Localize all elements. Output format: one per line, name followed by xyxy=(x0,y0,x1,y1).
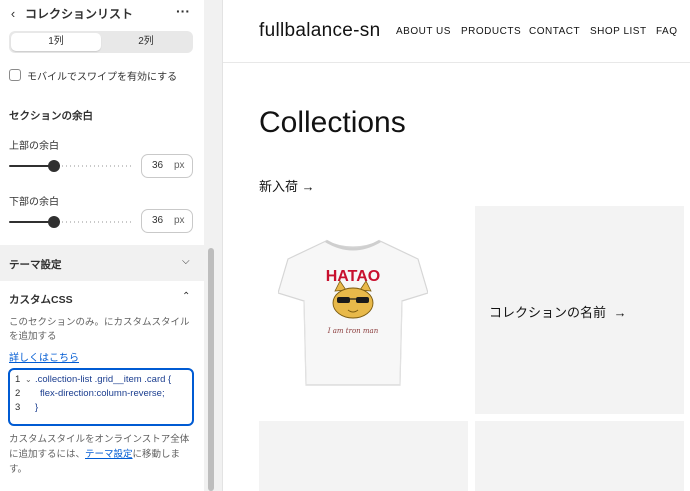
code-text: .collection-list .grid__item .card { xyxy=(35,374,172,385)
custom-css-help-line1: このセクションのみ。にカスタムスタイル xyxy=(9,317,190,328)
new-arrivals-label: 新入荷 xyxy=(259,179,299,194)
bottom-padding-input[interactable]: 36 px xyxy=(141,209,193,233)
arrow-right-icon: → xyxy=(301,179,315,194)
slider-track xyxy=(54,221,131,223)
swipe-checkbox[interactable] xyxy=(9,69,21,81)
footer-line2-post: に移動しま xyxy=(132,449,181,460)
top-padding-input[interactable]: 36 px xyxy=(141,154,193,178)
scrollbar-thumb[interactable] xyxy=(208,248,214,491)
panel-title: コレクションリスト xyxy=(25,7,134,21)
collection-name-text: コレクションの名前 xyxy=(489,305,607,320)
panel-header: ‹ コレクションリスト ··· xyxy=(0,0,204,28)
more-options-icon[interactable]: ··· xyxy=(174,4,192,22)
code-text: } xyxy=(35,402,39,413)
collection-name-label: コレクションの名前 → xyxy=(489,302,627,321)
footer-line1: カスタムスタイルをオンラインストア全体 xyxy=(9,434,190,445)
nav-faq[interactable]: FAQ xyxy=(656,26,678,37)
panel-scrollbar[interactable] xyxy=(206,0,216,491)
collection-card-name[interactable]: コレクションの名前 → xyxy=(475,206,684,414)
fold-chevron-icon[interactable]: ⌄ xyxy=(25,373,32,387)
app-root: ‹ コレクションリスト ··· 1列 2列 モバイルでスワイプを有効にする セク… xyxy=(0,0,690,491)
top-padding-value: 36 xyxy=(152,160,164,171)
page-title: Collections xyxy=(259,106,406,139)
bottom-padding-value: 36 xyxy=(152,215,164,226)
line-number: 1 xyxy=(15,374,21,385)
nav-products[interactable]: PRODUCTS xyxy=(461,26,521,37)
spacing-section-title: セクションの余白 xyxy=(9,110,93,122)
new-arrivals-link[interactable]: 新入荷 → xyxy=(259,176,315,195)
top-padding-label: 上部の余白 xyxy=(9,141,59,152)
column-option-1[interactable]: 1列 xyxy=(11,33,101,51)
footer-line3: す。 xyxy=(9,464,28,475)
editor-panel: ‹ コレクションリスト ··· 1列 2列 モバイルでスワイプを有効にする セク… xyxy=(0,0,204,491)
collection-card-placeholder[interactable] xyxy=(259,421,468,491)
line-number: 3 xyxy=(15,402,21,413)
custom-css-footer: カスタムスタイルをオンラインストア全体 に追加するには、テーマ設定に移動しま す… xyxy=(9,432,199,477)
nav-about-us[interactable]: ABOUT US xyxy=(396,26,451,37)
bottom-padding-slider[interactable] xyxy=(9,216,131,228)
chevron-down-icon: ⌵ xyxy=(182,256,190,267)
theme-settings-accordion[interactable]: テーマ設定 ⌵ xyxy=(0,245,204,281)
shirt-brand-text: HATAO xyxy=(326,268,381,285)
css-code-editor[interactable]: 1 ⌄ .collection-list .grid__item .card {… xyxy=(8,368,194,426)
store-header: fullbalance-sn ABOUT US PRODUCTS CONTACT… xyxy=(223,0,690,63)
store-logo-text[interactable]: fullbalance-sn xyxy=(259,20,380,42)
nav-contact[interactable]: CONTACT xyxy=(529,26,580,37)
bottom-padding-label: 下部の余白 xyxy=(9,197,59,208)
shirt-tagline-text: I am tron man xyxy=(327,327,379,335)
custom-css-title: カスタムCSS xyxy=(9,294,73,306)
slider-track xyxy=(54,165,131,167)
top-padding-slider[interactable] xyxy=(9,160,131,172)
swipe-checkbox-row: モバイルでスワイプを有効にする xyxy=(9,68,178,83)
theme-settings-link[interactable]: テーマ設定 xyxy=(85,449,133,460)
footer-line2-pre: に追加するには、 xyxy=(9,449,86,460)
learn-more-link[interactable]: 詳しくはこちら xyxy=(9,349,79,364)
chevron-up-icon: ⌃ xyxy=(182,291,191,302)
tshirt-product-image: HATAO I am tron man xyxy=(278,239,428,386)
collection-card-placeholder[interactable] xyxy=(475,421,684,491)
theme-settings-label: テーマ設定 xyxy=(9,259,62,271)
back-chevron-icon[interactable]: ‹ xyxy=(6,6,20,22)
bottom-padding-unit: px xyxy=(174,215,185,226)
custom-css-help-line2: を追加する xyxy=(9,331,57,342)
store-preview: fullbalance-sn ABOUT US PRODUCTS CONTACT… xyxy=(222,0,690,491)
code-text: flex-direction:column-reverse; xyxy=(40,388,165,399)
slider-thumb[interactable] xyxy=(48,160,60,172)
arrow-right-icon: → xyxy=(613,305,627,320)
custom-css-accordion[interactable]: カスタムCSS ⌃ xyxy=(0,286,204,310)
footer-line2: に追加するには、テーマ設定に移動しま xyxy=(9,447,199,462)
columns-segmented-control: 1列 2列 xyxy=(9,31,193,53)
swipe-checkbox-label: モバイルでスワイプを有効にする xyxy=(27,71,178,83)
collection-card-image[interactable]: HATAO I am tron man xyxy=(259,206,468,414)
top-padding-unit: px xyxy=(174,160,185,171)
column-option-2[interactable]: 2列 xyxy=(101,33,191,51)
nav-shop-list[interactable]: SHOP LIST xyxy=(590,26,647,37)
line-number: 2 xyxy=(15,388,21,399)
slider-thumb[interactable] xyxy=(48,216,60,228)
